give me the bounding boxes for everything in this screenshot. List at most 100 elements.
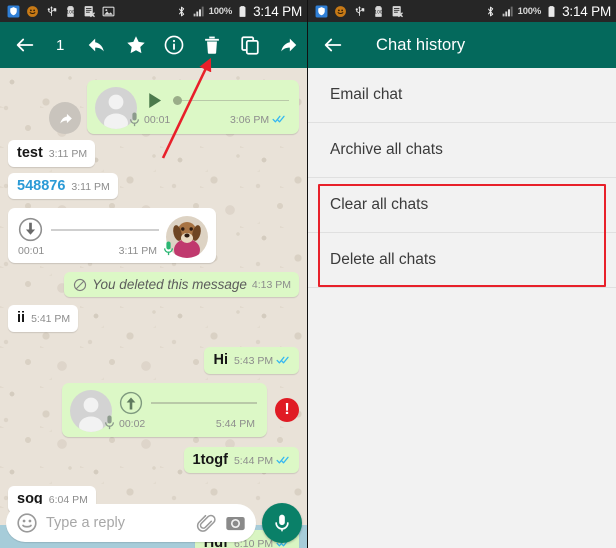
status-bar-notification-icons: 100 xyxy=(7,5,115,18)
reply-input-container[interactable]: Type a reply xyxy=(6,504,256,542)
deleted-message-bubble[interactable]: You deleted this message 4:13 PM xyxy=(64,272,299,298)
microphone-icon xyxy=(129,112,140,127)
signal-bars-icon xyxy=(502,6,513,16)
back-button[interactable] xyxy=(308,34,358,56)
message-timestamp: 3:11 PM xyxy=(71,180,110,193)
chat-message-list[interactable]: 00:01 3:06 PM test 3:11 PM 548876 3:11 P… xyxy=(0,68,307,548)
voice-message-bubble[interactable]: 00:01 3:11 PM xyxy=(8,208,216,264)
right-panel-chat-history-screen: 100 100% 3:14 PM Chat history Email chat… xyxy=(308,0,616,548)
voice-progress-handle[interactable] xyxy=(173,96,182,105)
battery-percent-label: 100% xyxy=(208,5,233,17)
clock-label: 3:14 PM xyxy=(562,3,611,19)
battery-percent-label: 100% xyxy=(517,5,542,17)
info-button[interactable] xyxy=(155,22,193,68)
voice-controls: 00:01 3:11 PM xyxy=(18,217,159,257)
reply-input-placeholder[interactable]: Type a reply xyxy=(46,515,188,531)
reply-icon[interactable] xyxy=(86,34,108,56)
copy-button[interactable] xyxy=(231,22,269,68)
status-bar-notification-icons: 100 xyxy=(315,5,404,18)
read-receipt-icon xyxy=(276,456,289,464)
voice-record-button[interactable] xyxy=(262,503,302,543)
voice-duration: 00:01 xyxy=(144,114,171,126)
text-message-bubble[interactable]: Hi 5:43 PM xyxy=(204,347,299,374)
signal-bars-icon xyxy=(193,6,204,16)
voice-meta: 00:02 5:44 PM xyxy=(119,418,257,430)
message-text-link[interactable]: 548876 xyxy=(17,178,65,195)
play-icon[interactable] xyxy=(144,90,165,111)
star-icon[interactable] xyxy=(125,34,147,56)
delete-button[interactable] xyxy=(193,22,231,68)
message-row-number[interactable]: 548876 3:11 PM xyxy=(0,170,307,203)
voice-progress-track[interactable] xyxy=(173,96,289,106)
menu-item-archive-all-chats[interactable]: Archive all chats xyxy=(308,123,616,178)
text-message-bubble[interactable]: 1togf 5:44 PM xyxy=(183,446,299,474)
message-row-voice-out-2[interactable]: 00:02 5:44 PM ! xyxy=(0,377,307,440)
message-timestamp: 5:43 PM xyxy=(234,355,291,367)
message-text: 1togf xyxy=(192,451,228,468)
smiley-icon xyxy=(335,5,346,17)
svg-text:100: 100 xyxy=(374,9,383,15)
battery-saver-icon: 100 xyxy=(66,5,75,17)
message-row-1togf[interactable]: 1togf 5:44 PM xyxy=(0,440,307,477)
voice-controls: 00:02 5:44 PM xyxy=(119,391,257,430)
back-button[interactable] xyxy=(0,34,50,56)
dual-screenshot-composite: 100 100% 3:14 PM 1 00:01 3:06 PM test 3:… xyxy=(0,0,616,548)
read-receipt-icon xyxy=(276,356,289,364)
upload-icon[interactable] xyxy=(119,391,143,415)
microphone-icon[interactable] xyxy=(272,513,292,533)
message-timestamp: 5:44 PM xyxy=(215,418,255,431)
avatar xyxy=(163,216,208,259)
messages-container: 00:01 3:06 PM test 3:11 PM 548876 3:11 P… xyxy=(0,68,307,548)
message-text: Hi xyxy=(213,352,228,369)
voice-progress-track[interactable] xyxy=(151,398,257,408)
error-exclamation-icon[interactable]: ! xyxy=(275,397,299,422)
message-row-voice-out-1[interactable]: 00:01 3:06 PM xyxy=(0,74,307,137)
back-arrow-icon[interactable] xyxy=(322,34,344,56)
info-icon[interactable] xyxy=(163,34,185,56)
block-icon xyxy=(74,278,87,291)
voice-player-row xyxy=(144,90,289,111)
emoji-icon[interactable] xyxy=(16,512,38,534)
forwarded-badge xyxy=(49,102,81,134)
menu-item-clear-all-chats[interactable]: Clear all chats xyxy=(308,178,616,233)
forward-button[interactable] xyxy=(269,22,307,68)
text-message-bubble[interactable]: test 3:11 PM xyxy=(8,140,96,167)
clock-label: 3:14 PM xyxy=(253,3,302,19)
text-message-bubble[interactable]: 548876 3:11 PM xyxy=(8,172,118,200)
menu-item-delete-all-chats[interactable]: Delete all chats xyxy=(308,233,616,288)
toolbar-actions xyxy=(78,22,307,68)
microphone-icon xyxy=(104,415,115,429)
paperclip-icon[interactable] xyxy=(196,513,217,534)
message-row-test[interactable]: test 3:11 PM xyxy=(0,137,307,170)
message-row-ii[interactable]: ii 5:41 PM xyxy=(0,300,307,335)
chat-history-toolbar: Chat history xyxy=(308,22,616,68)
message-row-deleted[interactable]: You deleted this message 4:13 PM xyxy=(0,266,307,300)
menu-item-email-chat[interactable]: Email chat xyxy=(308,68,616,123)
voice-message-bubble[interactable]: 00:02 5:44 PM xyxy=(62,382,267,437)
avatar xyxy=(70,389,115,432)
voice-progress-line xyxy=(151,402,257,404)
message-timestamp: 3:06 PM xyxy=(230,114,287,126)
back-arrow-icon[interactable] xyxy=(14,34,36,56)
reply-button[interactable] xyxy=(78,22,116,68)
message-row-voice-in-1[interactable]: 00:01 3:11 PM xyxy=(0,202,307,266)
avatar xyxy=(95,87,140,129)
delete-icon[interactable] xyxy=(201,34,223,56)
forward-icon[interactable] xyxy=(277,34,299,56)
download-icon[interactable] xyxy=(18,217,43,242)
voice-progress-track[interactable] xyxy=(51,225,159,235)
message-row-hi[interactable]: Hi 5:43 PM xyxy=(0,335,307,377)
message-timestamp: 3:11 PM xyxy=(118,245,157,258)
voice-duration: 00:01 xyxy=(18,245,45,258)
copy-icon[interactable] xyxy=(239,34,261,56)
voice-player-row xyxy=(119,391,257,415)
message-text: You deleted this message xyxy=(92,277,247,293)
voice-message-bubble[interactable]: 00:01 3:06 PM xyxy=(87,80,299,134)
voice-player-row xyxy=(18,217,159,242)
document-x-icon xyxy=(392,5,403,17)
text-message-bubble[interactable]: ii 5:41 PM xyxy=(8,305,79,333)
camera-icon[interactable] xyxy=(225,513,246,534)
star-button[interactable] xyxy=(116,22,154,68)
bluetooth-icon xyxy=(178,6,184,16)
selection-toolbar: 1 xyxy=(0,22,307,68)
